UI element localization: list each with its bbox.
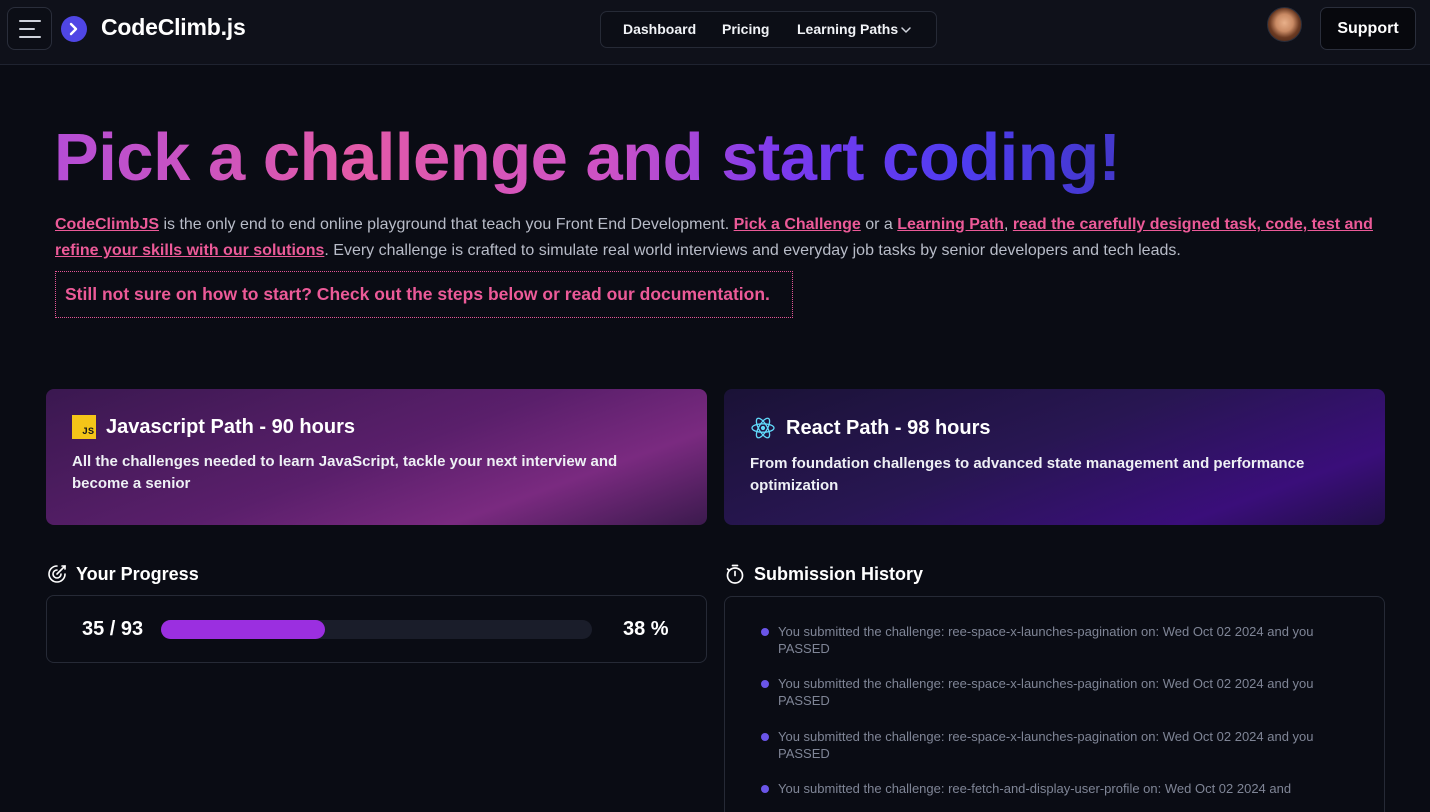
progress-bar: [161, 620, 592, 639]
javascript-path-card[interactable]: JS Javascript Path - 90 hours All the ch…: [46, 389, 707, 525]
progress-bar-fill: [161, 620, 325, 639]
history-section-title: Submission History: [724, 563, 923, 585]
support-button[interactable]: Support: [1320, 7, 1416, 50]
card-description: From foundation challenges to advanced s…: [750, 455, 1305, 494]
target-icon: [48, 565, 66, 583]
bullet-icon: [761, 628, 769, 636]
progress-title: Your Progress: [76, 563, 199, 584]
nav-pricing[interactable]: Pricing: [722, 21, 769, 37]
getting-started-hint[interactable]: Still not sure on how to start? Check ou…: [55, 271, 793, 318]
main-nav: Dashboard Pricing Learning Paths: [600, 11, 937, 48]
menu-toggle-button[interactable]: [7, 7, 52, 50]
pick-challenge-link[interactable]: Pick a Challenge: [734, 216, 861, 233]
submission-history-list[interactable]: You submitted the challenge: ree-space-x…: [724, 596, 1385, 812]
hero-description: CodeClimbJS is the only end to end onlin…: [55, 212, 1395, 264]
progress-card: 35 / 93 38 %: [46, 595, 707, 663]
react-icon: [751, 417, 775, 439]
react-path-card[interactable]: React Path - 98 hours From foundation ch…: [724, 389, 1385, 525]
chevron-down-icon[interactable]: [900, 24, 912, 36]
page-title: Pick a challenge and start coding!: [54, 118, 1121, 198]
card-title-text: Javascript Path - 90 hours: [106, 415, 355, 438]
progress-percent: 38 %: [623, 618, 669, 640]
chevron-right-icon: [69, 22, 78, 36]
history-item-text: You submitted the challenge: ree-fetch-a…: [778, 781, 1292, 796]
bullet-icon: [761, 785, 769, 793]
history-item-text: You submitted the challenge: ree-space-x…: [778, 624, 1314, 656]
history-title: Submission History: [754, 563, 924, 584]
learning-path-link[interactable]: Learning Path: [897, 216, 1004, 233]
hero-text: . Every challenge is crafted to simulate…: [324, 242, 1181, 259]
brand-name[interactable]: CodeClimb.js: [101, 14, 246, 41]
history-item: You submitted the challenge: ree-space-x…: [761, 675, 1361, 709]
hero-text: ,: [1003, 216, 1013, 233]
bullet-icon: [761, 733, 769, 741]
nav-dashboard[interactable]: Dashboard: [623, 21, 696, 37]
logo-icon[interactable]: [61, 16, 87, 42]
bullet-icon: [761, 680, 769, 688]
nav-learning-paths[interactable]: Learning Paths: [797, 21, 898, 37]
history-item-text: You submitted the challenge: ree-space-x…: [778, 676, 1314, 708]
history-item: You submitted the challenge: ree-space-x…: [761, 728, 1361, 762]
card-title-text: React Path - 98 hours: [786, 416, 991, 439]
menu-icon: [19, 27, 35, 30]
history-item-text: You submitted the challenge: ree-space-x…: [778, 729, 1314, 761]
history-item: You submitted the challenge: ree-space-x…: [761, 623, 1361, 657]
card-title: JS Javascript Path - 90 hours: [72, 415, 681, 439]
top-navbar: CodeClimb.js Dashboard Pricing Learning …: [0, 0, 1430, 65]
card-title: React Path - 98 hours: [750, 415, 1359, 441]
menu-icon: [19, 35, 41, 38]
menu-icon: [19, 19, 41, 22]
brand-link[interactable]: CodeClimbJS: [55, 216, 159, 233]
timer-icon: [726, 564, 744, 584]
user-avatar[interactable]: [1267, 7, 1302, 42]
history-item: You submitted the challenge: ree-fetch-a…: [761, 780, 1361, 797]
card-description: All the challenges needed to learn JavaS…: [72, 453, 618, 492]
progress-count: 35 / 93: [82, 618, 144, 640]
javascript-icon: JS: [72, 415, 96, 439]
hero-text: is the only end to end online playground…: [159, 216, 734, 233]
hero-text: or a: [860, 216, 898, 233]
progress-section-title: Your Progress: [46, 563, 199, 585]
